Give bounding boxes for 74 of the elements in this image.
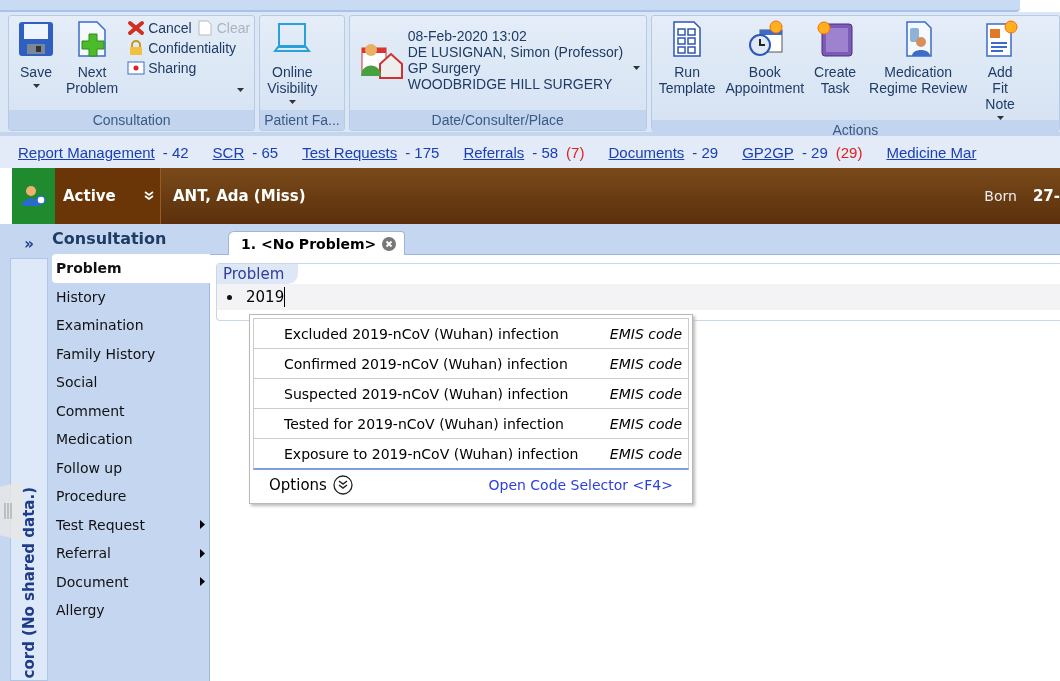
menu-item[interactable]: Problem [52, 254, 210, 283]
suggestion-item[interactable]: Suspected 2019-nCoV (Wuhan) infection EMIS code [253, 379, 689, 409]
alert-count: (7) [566, 143, 585, 161]
status-dropdown[interactable]: Active [55, 168, 161, 224]
options-button[interactable]: Options [269, 475, 353, 495]
consulter-detail: GP Surgery [407, 60, 482, 76]
caret-icon[interactable] [237, 88, 245, 92]
ribbon-button[interactable]: Next Problem [63, 20, 122, 96]
ribbon-button[interactable]: Book Appointment [722, 20, 808, 96]
patient-name: ANT, Ada (Miss) [173, 187, 306, 205]
menu-item[interactable]: Family History [52, 339, 209, 368]
suggestion-item[interactable]: Confirmed 2019-nCoV (Wuhan) infection EMIS code [253, 349, 689, 379]
menu-item[interactable]: Social [52, 368, 209, 397]
suggestion-item[interactable]: Tested for 2019-nCoV (Wuhan) infection EMIS code [253, 409, 689, 439]
ribbon-button[interactable]: Sharing [127, 60, 251, 76]
menu-item[interactable]: Follow up [52, 453, 209, 482]
link[interactable]: SCR [212, 143, 245, 161]
consulter-detail: WOODBRIDGE HILL SURGERY [407, 76, 614, 92]
alert-count: (29) [835, 143, 863, 161]
count: - 65 [252, 143, 279, 161]
ribbon-button[interactable]: Confidentiality [127, 40, 251, 56]
double-chevron-icon [332, 475, 353, 495]
task-note-icon [816, 20, 855, 58]
code-selector-link[interactable]: Open Code Selector <F4> [488, 477, 673, 493]
birth-date: 27- [1032, 187, 1060, 205]
group-label: Consultation [9, 110, 255, 130]
link[interactable]: Referrals [463, 143, 525, 161]
bullet-icon [227, 294, 232, 300]
close-icon[interactable] [382, 236, 397, 251]
menu-item[interactable]: Document [52, 567, 209, 596]
consulter-selector[interactable]: 08-Feb-2020 13:02 DE LUSIGNAN, Simon (Professor) GP Surgery WOODBRIDGE HILL SURGERY [353, 20, 647, 92]
envelope-icon [127, 60, 146, 76]
suggestion-item[interactable]: Exposure to 2019-nCoV (Wuhan) infection EMIS code [253, 439, 689, 470]
count: - 29 [801, 143, 828, 161]
menu-item[interactable]: Procedure [52, 482, 209, 511]
ribbon-button[interactable]: Create Task [811, 20, 860, 96]
section-title: Consultation [51, 230, 168, 250]
count: - 42 [162, 143, 189, 161]
panel-title: cord (No shared data.) [20, 486, 38, 680]
link[interactable]: Test Requests [302, 143, 398, 161]
menu-item[interactable]: Medication [52, 425, 209, 454]
ribbon-button[interactable]: Save [13, 20, 59, 88]
group-label: Date/Consulter/Place [349, 110, 646, 130]
link[interactable]: GP2GP [742, 143, 794, 161]
link[interactable]: Report Management [18, 143, 155, 161]
born-label: Born [984, 188, 1017, 204]
menu-item[interactable]: Referral [52, 539, 209, 568]
menu-item[interactable]: Test Request [52, 510, 209, 539]
ribbon-button[interactable]: Run Template [655, 20, 719, 96]
link[interactable]: Documents [608, 143, 685, 161]
section-label: Problem [217, 264, 299, 284]
ribbon-button[interactable]: Add Fit Note [977, 20, 1024, 120]
menu-item[interactable]: Allergy [52, 596, 209, 625]
ribbon-button[interactable]: Online Visibility [264, 20, 321, 104]
ribbon-button[interactable]: Medication Regime Review [863, 20, 974, 96]
menu-item[interactable]: Comment [52, 396, 209, 425]
count: - 58 [532, 143, 559, 161]
suggestion-item[interactable]: Excluded 2019-nCoV (Wuhan) infection EMIS code [253, 318, 689, 349]
group-label: Patient Fa... [260, 110, 344, 130]
ribbon-button[interactable]: Cancel [127, 20, 192, 36]
consulter-detail: 08-Feb-2020 13:02 [407, 28, 528, 44]
menu-item[interactable]: History [52, 282, 209, 311]
problem-input[interactable]: 2019 [246, 287, 286, 307]
link[interactable]: Medicine Mar [886, 143, 977, 161]
cross-icon [127, 20, 146, 36]
menu-item[interactable]: Examination [52, 311, 209, 340]
user-search-icon [21, 185, 46, 207]
blank-page-icon [195, 20, 214, 36]
consulter-detail: DE LUSIGNAN, Simon (Professor) [407, 44, 624, 60]
count: - 29 [692, 143, 719, 161]
double-chevron-icon [144, 191, 154, 201]
count: - 175 [405, 143, 440, 161]
caret-icon [633, 66, 641, 70]
problem-tab[interactable]: 1. <No Problem> [228, 231, 406, 255]
